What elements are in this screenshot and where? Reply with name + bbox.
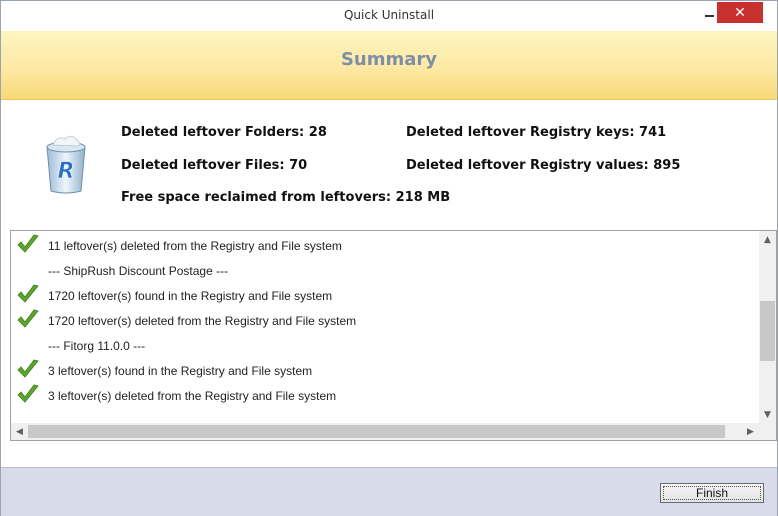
check-icon	[17, 309, 39, 328]
page-title: Summary	[340, 49, 438, 70]
log-item-text: 11 leftover(s) deleted from the Registry…	[48, 238, 342, 253]
finish-button[interactable]: Finish	[660, 483, 764, 503]
check-icon	[17, 234, 39, 253]
log-list[interactable]: 11 leftover(s) deleted from the Registry…	[10, 230, 777, 441]
close-button[interactable]: ✕	[717, 2, 763, 23]
scrollbar-corner	[759, 423, 776, 440]
deleted-files-stat: Deleted leftover Files: 70	[121, 158, 308, 173]
footer-bar: Finish	[1, 467, 777, 516]
deleted-folders-stat: Deleted leftover Folders: 28	[121, 125, 327, 140]
deleted-registry-values-stat: Deleted leftover Registry values: 895	[406, 158, 681, 173]
summary-header: Summary	[1, 31, 777, 100]
svg-text:R: R	[58, 159, 75, 184]
log-item-text: 3 leftover(s) deleted from the Registry …	[48, 388, 337, 403]
deleted-registry-keys-stat: Deleted leftover Registry keys: 741	[406, 125, 667, 140]
horizontal-scroll-thumb[interactable]	[28, 425, 725, 438]
scroll-up-arrow-icon[interactable]: ▲	[759, 231, 776, 248]
close-icon: ✕	[734, 4, 746, 21]
check-icon	[17, 284, 39, 303]
vertical-scrollbar[interactable]: ▲ ▼	[759, 231, 776, 423]
quick-uninstall-window: Quick Uninstall ✕ Summary R Deleted left…	[0, 0, 778, 516]
free-space-stat: Free space reclaimed from leftovers: 218…	[121, 190, 451, 205]
focus-outline	[663, 486, 761, 500]
scroll-down-arrow-icon[interactable]: ▼	[759, 406, 776, 423]
title-bar[interactable]: Quick Uninstall ✕	[1, 1, 777, 31]
check-icon	[17, 384, 39, 403]
recycle-bin-icon: R	[46, 135, 86, 194]
window-title: Quick Uninstall	[343, 8, 435, 22]
log-item-text: 1720 leftover(s) deleted from the Regist…	[48, 313, 357, 328]
minimize-icon	[704, 14, 714, 17]
scroll-right-arrow-icon[interactable]: ▶	[742, 423, 759, 440]
log-item-text: 1720 leftover(s) found in the Registry a…	[48, 288, 333, 303]
vertical-scroll-thumb[interactable]	[760, 301, 775, 361]
log-item-text: --- ShipRush Discount Postage ---	[48, 263, 229, 278]
horizontal-scrollbar[interactable]: ◀ ▶	[11, 423, 759, 440]
log-item-text: --- Fitorg 11.0.0 ---	[48, 338, 146, 353]
check-icon	[17, 359, 39, 378]
scroll-left-arrow-icon[interactable]: ◀	[11, 423, 28, 440]
log-item-text: 3 leftover(s) found in the Registry and …	[48, 363, 313, 378]
